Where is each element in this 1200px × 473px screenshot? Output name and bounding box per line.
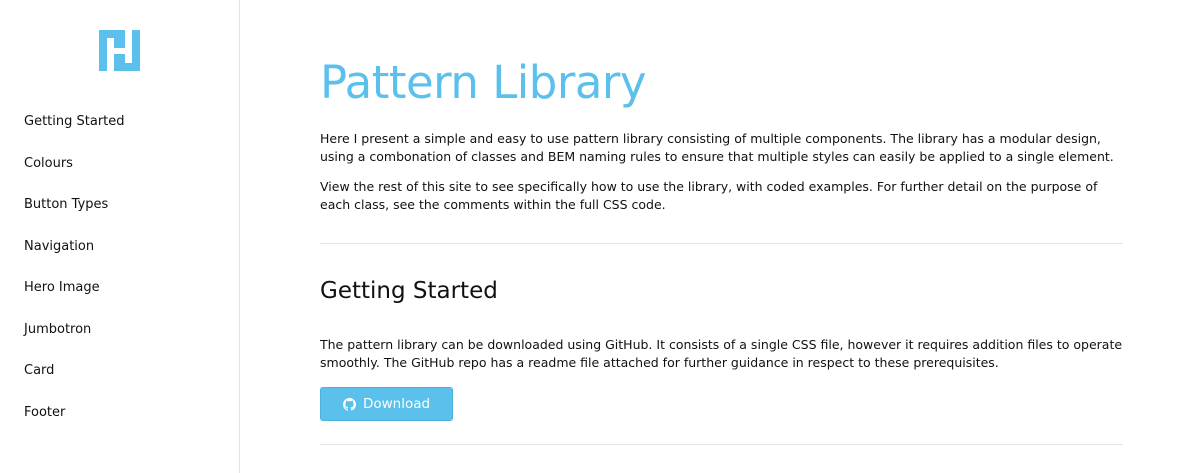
sidebar-item-hero-image[interactable]: Hero Image — [24, 279, 125, 321]
sidebar: Getting Started Colours Button Types Nav… — [0, 0, 240, 473]
sidebar-item-card[interactable]: Card — [24, 362, 125, 404]
page: Getting Started Colours Button Types Nav… — [0, 0, 1200, 473]
section-title-getting-started: Getting Started — [320, 278, 498, 304]
divider-bottom — [320, 444, 1123, 445]
github-icon — [342, 397, 356, 411]
sidebar-item-colours[interactable]: Colours — [24, 155, 125, 197]
sidebar-item-button-types[interactable]: Button Types — [24, 196, 125, 238]
sidebar-nav: Getting Started Colours Button Types Nav… — [24, 113, 125, 445]
page-title: Pattern Library — [320, 56, 647, 109]
download-button-label: Download — [362, 396, 431, 412]
sidebar-item-jumbotron[interactable]: Jumbotron — [24, 321, 125, 363]
sidebar-item-navigation[interactable]: Navigation — [24, 238, 125, 280]
h-logo-icon[interactable] — [99, 30, 140, 71]
divider — [320, 243, 1123, 244]
sidebar-item-footer[interactable]: Footer — [24, 404, 125, 446]
sidebar-item-getting-started[interactable]: Getting Started — [24, 113, 125, 155]
intro-paragraph-2: View the rest of this site to see specif… — [320, 179, 1098, 212]
intro-paragraph-1: Here I present a simple and easy to use … — [320, 131, 1114, 164]
getting-started-paragraph: The pattern library can be downloaded us… — [320, 337, 1123, 370]
download-button[interactable]: Download — [320, 387, 453, 421]
